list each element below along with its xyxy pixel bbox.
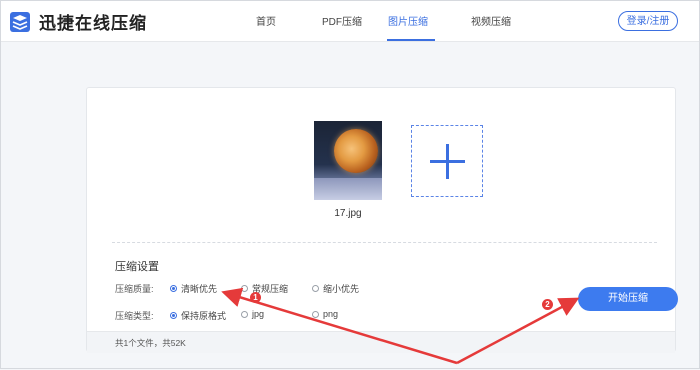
annotation-arrow-2 — [456, 297, 580, 365]
annotation-arrow-1 — [221, 287, 458, 365]
annotation-arrows — [221, 287, 580, 365]
annotation-badge-1: 1 — [250, 292, 261, 303]
annotation-badge-2: 2 — [542, 299, 553, 310]
